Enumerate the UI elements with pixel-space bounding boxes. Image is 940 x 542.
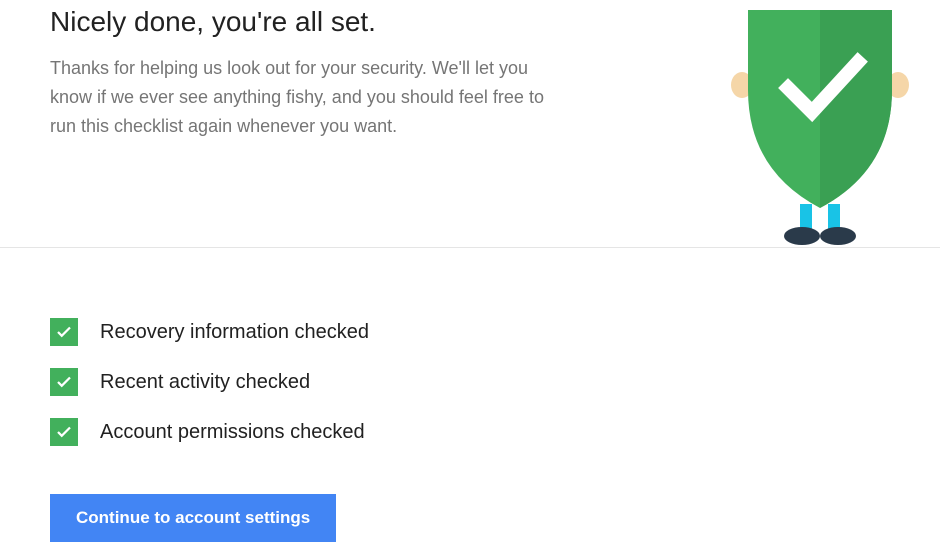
check-icon [50, 318, 78, 346]
checklist-item-label: Account permissions checked [100, 421, 365, 444]
checklist-section: Recovery information checked Recent acti… [0, 248, 940, 542]
page-subtitle: Thanks for helping us look out for your … [50, 54, 570, 140]
checklist-item-label: Recent activity checked [100, 371, 310, 394]
check-icon [50, 418, 78, 446]
header-text-block: Nicely done, you're all set. Thanks for … [50, 0, 610, 247]
page-title: Nicely done, you're all set. [50, 6, 610, 38]
header-section: Nicely done, you're all set. Thanks for … [0, 0, 940, 248]
checklist-item-activity: Recent activity checked [50, 368, 940, 396]
checklist-item-recovery: Recovery information checked [50, 318, 940, 346]
shield-character-illustration [720, 0, 920, 253]
continue-button[interactable]: Continue to account settings [50, 494, 336, 542]
checklist-item-label: Recovery information checked [100, 321, 369, 344]
check-icon [50, 368, 78, 396]
shield-check-icon [720, 0, 920, 248]
checklist-item-permissions: Account permissions checked [50, 418, 940, 446]
